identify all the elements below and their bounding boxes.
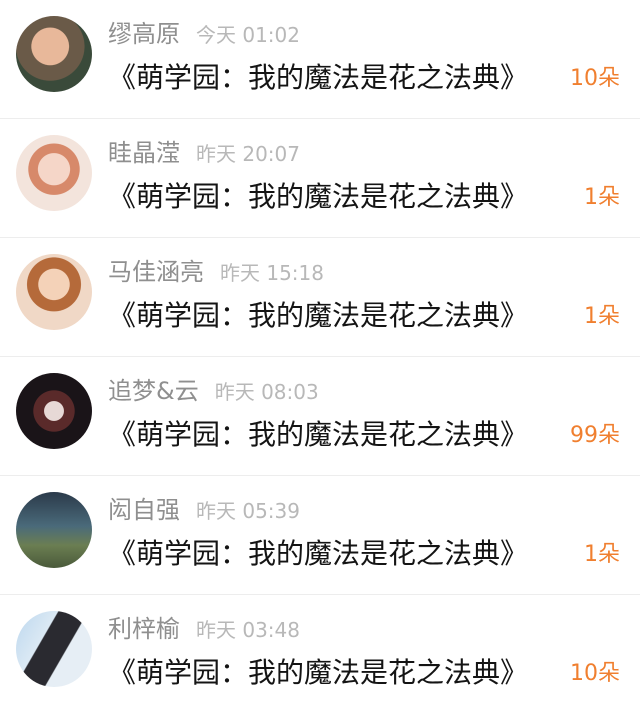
book-title[interactable]: 《萌学园：我的魔法是花之法典》 [108, 532, 528, 572]
timestamp: 昨天 08:03 [214, 380, 319, 404]
timestamp: 昨天 20:07 [196, 142, 300, 166]
list-item[interactable]: 利梓榆 昨天 03:48 《萌学园：我的魔法是花之法典》 10朵 [0, 595, 640, 714]
item-meta: 眭晶滢 昨天 20:07 [108, 133, 300, 167]
book-title[interactable]: 《萌学园：我的魔法是花之法典》 [108, 56, 528, 96]
gift-record-list: 缪高原 今天 01:02 《萌学园：我的魔法是花之法典》 10朵 眭晶滢 昨天 … [0, 0, 640, 724]
flower-count: 1朵 [584, 304, 620, 329]
avatar[interactable] [16, 135, 92, 211]
timestamp: 昨天 03:48 [196, 618, 300, 642]
item-meta: 追梦&云 昨天 08:03 [108, 371, 319, 405]
item-meta: 缪高原 今天 01:02 [108, 14, 300, 48]
user-name[interactable]: 追梦&云 [108, 371, 199, 406]
list-item[interactable]: 缪高原 今天 01:02 《萌学园：我的魔法是花之法典》 10朵 [0, 0, 640, 119]
avatar[interactable] [16, 254, 92, 330]
timestamp: 今天 01:02 [196, 23, 300, 47]
list-item[interactable]: 马佳涵亮 昨天 15:18 《萌学园：我的魔法是花之法典》 1朵 [0, 238, 640, 357]
avatar[interactable] [16, 16, 92, 92]
item-meta: 马佳涵亮 昨天 15:18 [108, 252, 324, 286]
list-item[interactable]: 闳自强 昨天 05:39 《萌学园：我的魔法是花之法典》 1朵 [0, 476, 640, 595]
avatar[interactable] [16, 492, 92, 568]
user-name[interactable]: 缪高原 [108, 14, 180, 49]
user-name[interactable]: 眭晶滢 [108, 133, 180, 168]
list-item[interactable]: 追梦&云 昨天 08:03 《萌学园：我的魔法是花之法典》 99朵 [0, 357, 640, 476]
flower-count: 1朵 [584, 185, 620, 210]
user-name[interactable]: 马佳涵亮 [108, 252, 204, 287]
flower-count: 1朵 [584, 542, 620, 567]
flower-count: 99朵 [570, 423, 620, 448]
item-meta: 闳自强 昨天 05:39 [108, 490, 300, 524]
timestamp: 昨天 15:18 [220, 261, 324, 285]
flower-count: 10朵 [570, 66, 620, 91]
item-meta: 利梓榆 昨天 03:48 [108, 609, 300, 643]
user-name[interactable]: 闳自强 [108, 490, 180, 525]
timestamp: 昨天 05:39 [196, 499, 300, 523]
list-item[interactable]: 眭晶滢 昨天 20:07 《萌学园：我的魔法是花之法典》 1朵 [0, 119, 640, 238]
book-title[interactable]: 《萌学园：我的魔法是花之法典》 [108, 175, 528, 215]
book-title[interactable]: 《萌学园：我的魔法是花之法典》 [108, 294, 528, 334]
book-title[interactable]: 《萌学园：我的魔法是花之法典》 [108, 651, 528, 691]
book-title[interactable]: 《萌学园：我的魔法是花之法典》 [108, 413, 528, 453]
user-name[interactable]: 利梓榆 [108, 609, 180, 644]
avatar[interactable] [16, 373, 92, 449]
avatar[interactable] [16, 611, 92, 687]
flower-count: 10朵 [570, 661, 620, 686]
